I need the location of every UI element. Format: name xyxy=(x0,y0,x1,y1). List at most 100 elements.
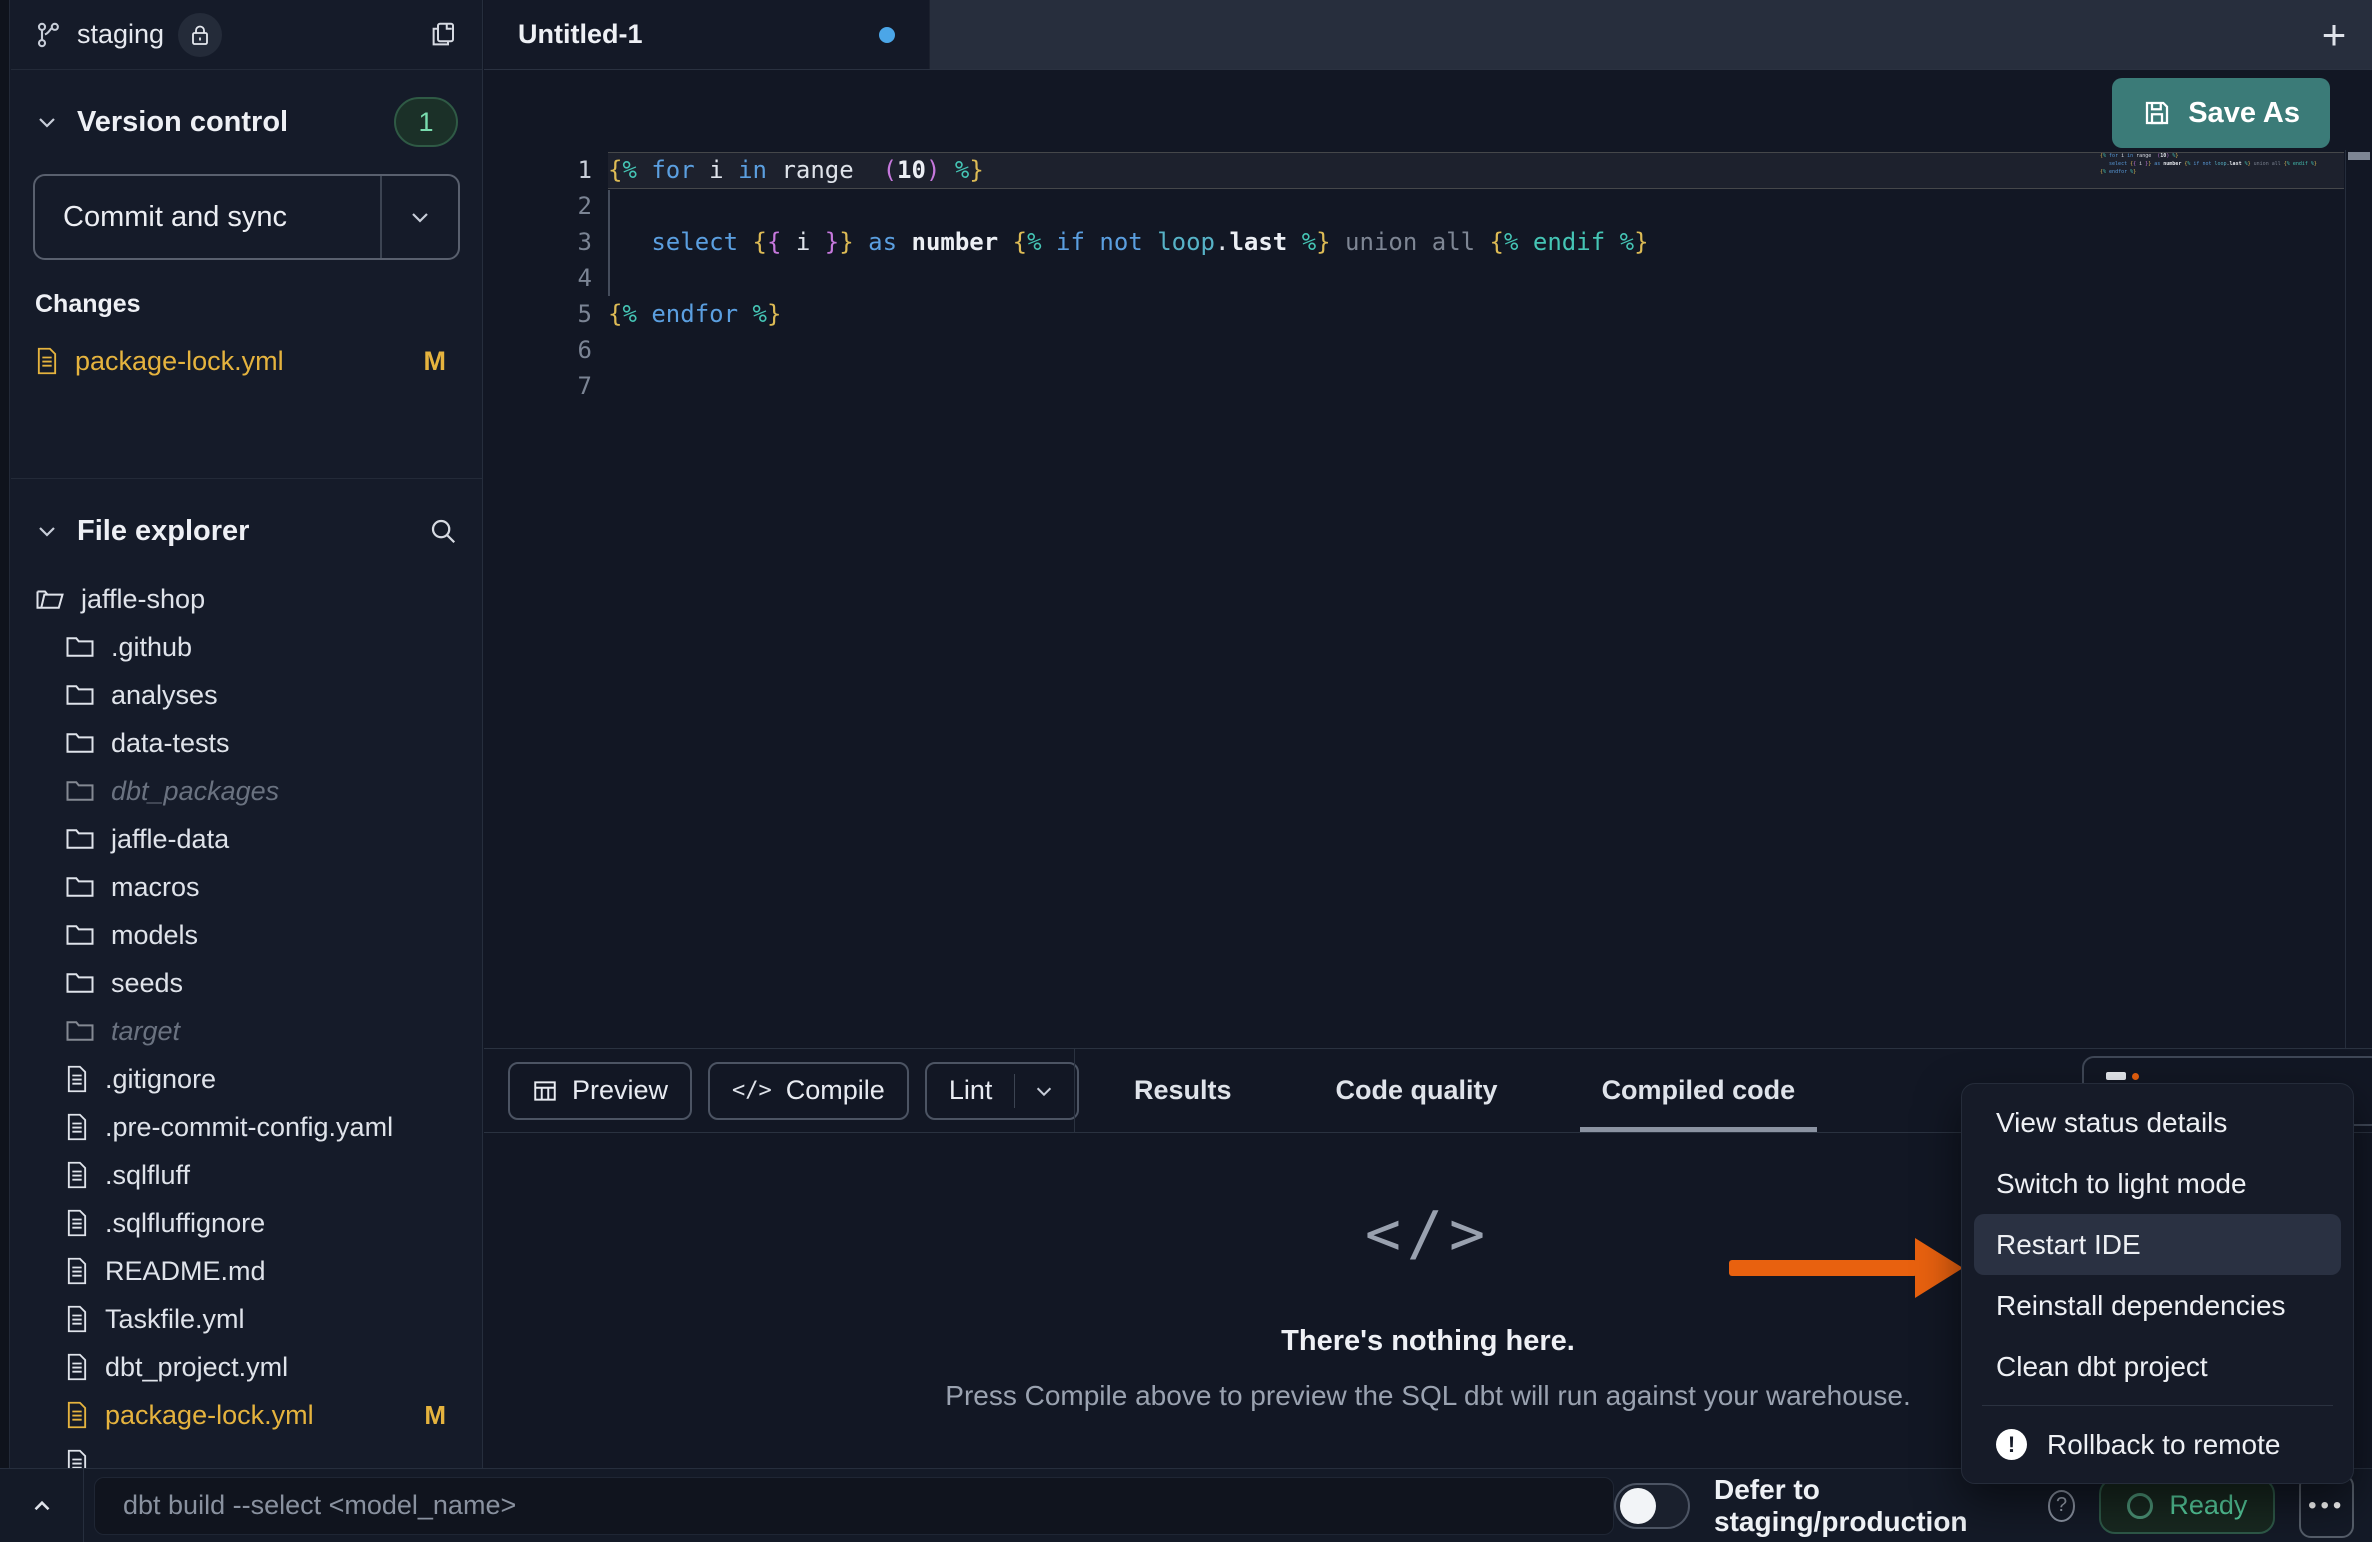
menu-item-restart-ide[interactable]: Restart IDE xyxy=(1974,1214,2341,1275)
menu-separator xyxy=(1982,1405,2333,1406)
copy-branch-icon[interactable] xyxy=(428,20,458,50)
file-item-.pre-commit-config.yaml[interactable]: .pre-commit-config.yaml xyxy=(11,1103,482,1151)
file-item-label: Taskfile.yml xyxy=(105,1304,245,1335)
sidebar-edge-gutter xyxy=(0,0,10,1468)
chevron-down-icon[interactable] xyxy=(408,205,432,229)
save-as-label: Save As xyxy=(2188,97,2300,130)
changes-heading: Changes xyxy=(35,290,458,319)
expand-panel-button[interactable] xyxy=(0,1469,84,1542)
search-icon[interactable] xyxy=(428,516,458,546)
file-item-package-lock.yml[interactable]: package-lock.ymlM xyxy=(11,1391,482,1439)
branch-name: staging xyxy=(77,19,164,50)
changed-file-package-lock.yml[interactable]: package-lock.yml M xyxy=(35,339,458,383)
lint-button[interactable]: Lint xyxy=(925,1062,1080,1120)
menu-item-label: Rollback to remote xyxy=(2047,1429,2280,1461)
file-item-README.md[interactable]: README.md xyxy=(11,1247,482,1295)
chevron-down-icon[interactable] xyxy=(1014,1074,1055,1108)
menu-item-label: View status details xyxy=(1996,1107,2227,1139)
line-number-1: 1 xyxy=(484,152,592,188)
file-item-seeds[interactable]: seeds xyxy=(11,959,482,1007)
folder-icon xyxy=(65,682,95,708)
sidebar: staging xyxy=(0,0,483,1468)
code-line-1[interactable]: {% for i in range (10) %} xyxy=(608,152,2242,188)
status-context-menu: View status details Switch to light mode R… xyxy=(1961,1083,2354,1484)
chevron-down-icon[interactable] xyxy=(35,110,59,134)
tab-results[interactable]: Results xyxy=(1124,1049,1242,1132)
code-line-3[interactable]: select {{ i }} as number {% if not loop.… xyxy=(608,224,2242,260)
chevron-down-icon[interactable] xyxy=(35,519,59,543)
menu-item-view-status-details[interactable]: View status details xyxy=(1974,1092,2341,1153)
tab-compiled-code[interactable]: Compiled code xyxy=(1592,1049,1806,1132)
menu-item-reinstall-dependencies[interactable]: Reinstall dependencies xyxy=(1974,1275,2341,1336)
file-item-label: models xyxy=(111,920,198,951)
folder-icon xyxy=(65,778,95,804)
menu-item-label: Restart IDE xyxy=(1996,1229,2141,1261)
file-item-.sqlfluff[interactable]: .sqlfluff xyxy=(11,1151,482,1199)
file-icon xyxy=(65,1209,89,1237)
file-item-label: analyses xyxy=(111,680,218,711)
line-number-2: 2 xyxy=(484,188,592,224)
file-item-macros[interactable]: macros xyxy=(11,863,482,911)
file-item-dbt_project.yml[interactable]: dbt_project.yml xyxy=(11,1343,482,1391)
menu-item-clean-dbt-project[interactable]: Clean dbt project xyxy=(1974,1336,2341,1397)
command-input[interactable]: dbt build --select <model_name> xyxy=(94,1477,1614,1535)
file-item-clipped[interactable] xyxy=(11,1439,482,1468)
editor-scrollbar[interactable] xyxy=(2345,150,2372,1048)
defer-toggle[interactable] xyxy=(1614,1483,1690,1529)
code-line-7[interactable] xyxy=(608,368,2242,404)
file-item-data-tests[interactable]: data-tests xyxy=(11,719,482,767)
modified-badge: M xyxy=(424,346,447,377)
notification-dot-icon xyxy=(2132,1073,2139,1080)
code-line-2[interactable] xyxy=(608,188,2242,224)
help-icon[interactable]: ? xyxy=(2048,1490,2076,1522)
file-icon xyxy=(65,1401,89,1429)
chevron-up-icon xyxy=(29,1493,55,1519)
tab-untitled-1[interactable]: Untitled-1 xyxy=(484,0,930,69)
file-item-Taskfile.yml[interactable]: Taskfile.yml xyxy=(11,1295,482,1343)
code-line-6[interactable] xyxy=(608,332,2242,368)
save-icon xyxy=(2142,98,2172,128)
changes-list: package-lock.yml M xyxy=(11,339,482,383)
changed-file-name: package-lock.yml xyxy=(75,346,284,377)
code-content[interactable]: {% for i in range (10) %} select {{ i }}… xyxy=(608,152,2242,404)
commit-and-sync-button[interactable]: Commit and sync xyxy=(33,174,460,260)
line-number-7: 7 xyxy=(484,368,592,404)
file-item-.github[interactable]: .github xyxy=(11,623,482,671)
preview-button[interactable]: Preview xyxy=(508,1062,692,1120)
new-tab-button[interactable]: + xyxy=(2296,0,2372,69)
arrow-shaft xyxy=(1729,1260,1917,1276)
file-item-target[interactable]: target xyxy=(11,1007,482,1055)
file-item-label: .pre-commit-config.yaml xyxy=(105,1112,393,1143)
file-item-analyses[interactable]: analyses xyxy=(11,671,482,719)
folder-icon xyxy=(65,874,95,900)
file-icon xyxy=(65,1305,89,1333)
scrollbar-thumb[interactable] xyxy=(2348,152,2370,160)
tab-title: Untitled-1 xyxy=(518,19,643,50)
menu-item-rollback-to-remote[interactable]: !Rollback to remote xyxy=(1974,1414,2341,1475)
folder-icon xyxy=(65,730,95,756)
lint-label: Lint xyxy=(949,1075,993,1106)
arrow-head xyxy=(1915,1238,1963,1298)
status-pill[interactable]: Ready xyxy=(2099,1478,2275,1534)
code-line-5[interactable]: {% endfor %} xyxy=(608,296,2242,332)
minimap-line: {% endfor %} xyxy=(2100,168,2270,176)
file-item-label: .gitignore xyxy=(105,1064,216,1095)
file-item-models[interactable]: models xyxy=(11,911,482,959)
menu-item-switch-to-light-mode[interactable]: Switch to light mode xyxy=(1974,1153,2341,1214)
file-item-label: data-tests xyxy=(111,728,230,759)
code-editor[interactable]: Save As 1234567 {% for i in range (10) %… xyxy=(484,70,2372,1048)
code-line-4[interactable] xyxy=(608,260,2242,296)
file-item-.gitignore[interactable]: .gitignore xyxy=(11,1055,482,1103)
file-item-jaffle-data[interactable]: jaffle-data xyxy=(11,815,482,863)
menu-item-label: Clean dbt project xyxy=(1996,1351,2208,1383)
folder-icon xyxy=(65,826,95,852)
tab-code-quality[interactable]: Code quality xyxy=(1326,1049,1508,1132)
save-as-button[interactable]: Save As xyxy=(2112,78,2330,148)
compile-button[interactable]: </> Compile xyxy=(708,1062,909,1120)
file-item-label: macros xyxy=(111,872,200,903)
status-dot-icon xyxy=(2127,1493,2153,1519)
file-item-jaffle-shop[interactable]: jaffle-shop xyxy=(11,575,482,623)
file-item-.sqlfluffignore[interactable]: .sqlfluffignore xyxy=(11,1199,482,1247)
results-tabs: Results Code quality Compiled code xyxy=(1124,1049,1805,1132)
file-item-dbt_packages[interactable]: dbt_packages xyxy=(11,767,482,815)
